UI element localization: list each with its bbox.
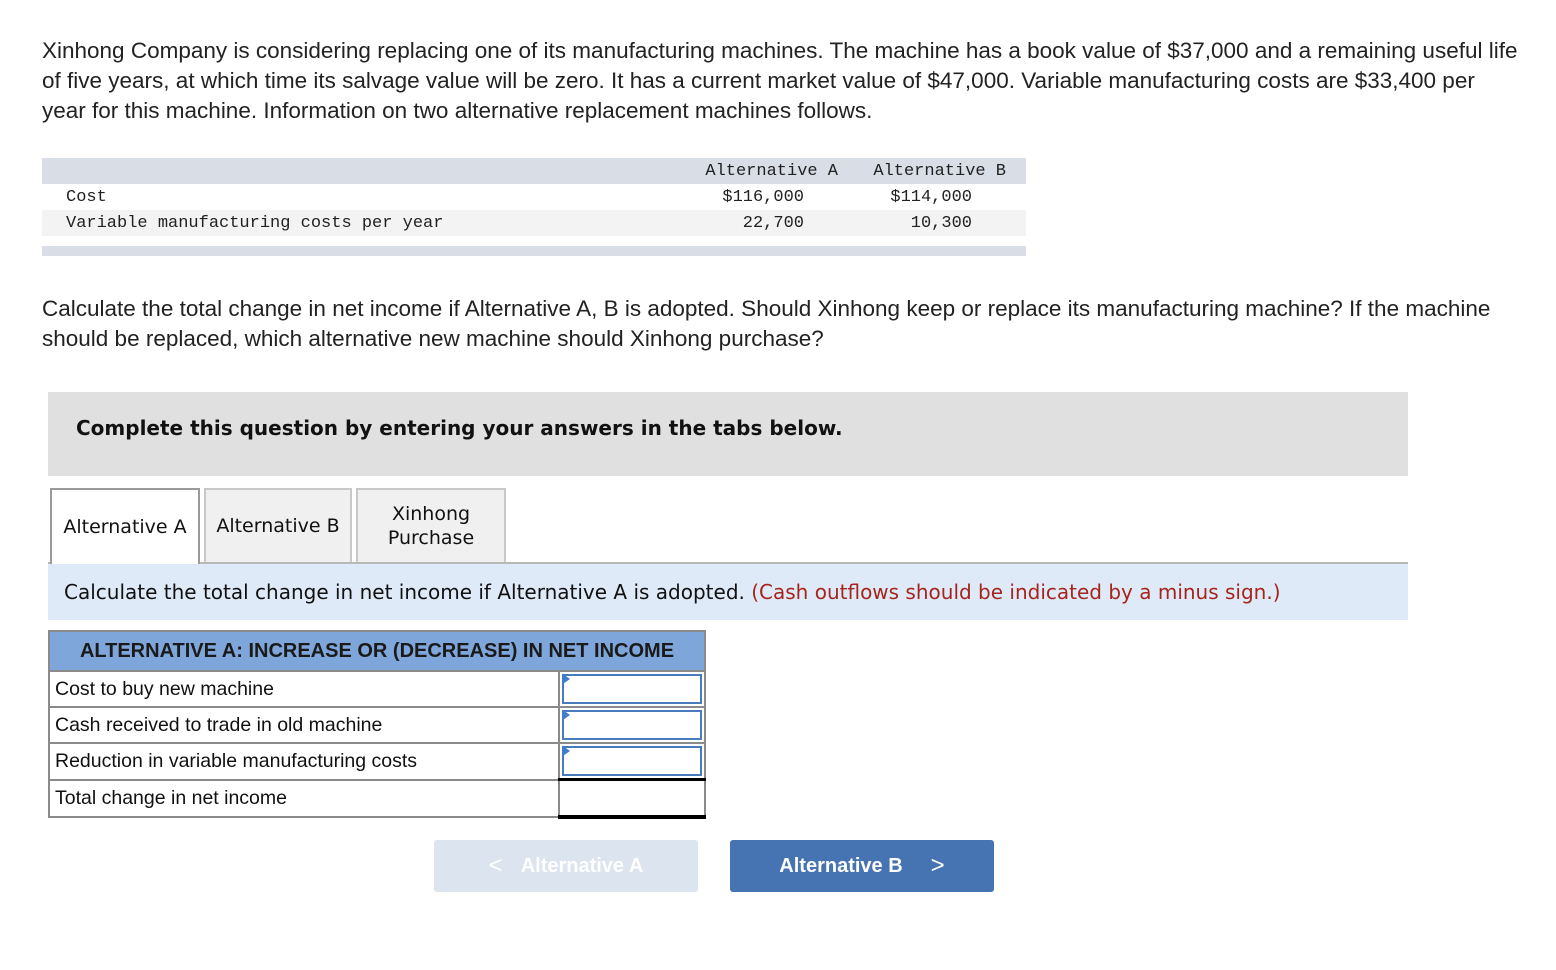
trade-in-cash-input[interactable]: [562, 710, 702, 740]
next-alternative-b-button[interactable]: Alternative B >: [730, 840, 994, 892]
tab-xinhong-purchase[interactable]: Xinhong Purchase: [356, 488, 506, 562]
info-row-label: Cost: [42, 184, 590, 210]
info-row-variable-costs: Variable manufacturing costs per year 22…: [42, 210, 1026, 236]
prompt-note: (Cash outflows should be indicated by a …: [751, 580, 1281, 604]
answer-table-title: ALTERNATIVE A: INCREASE OR (DECREASE) IN…: [48, 630, 706, 672]
info-row-cost: Cost $116,000 $114,000: [42, 184, 1026, 210]
alternatives-info-table: Alternative A Alternative B Cost $116,00…: [42, 158, 1026, 256]
info-col-label: [42, 158, 590, 184]
answer-row-label: Cost to buy new machine: [48, 670, 560, 708]
info-cell-alt-b: 10,300: [804, 210, 1026, 236]
info-col-alt-a-label: Alternative A: [705, 161, 838, 181]
cost-new-machine-input[interactable]: [562, 674, 702, 704]
input-flag-icon: [563, 746, 570, 756]
info-cell-alt-a: 22,700: [590, 210, 804, 236]
info-table-footer-bar: [42, 246, 1026, 256]
info-col-alt-a: Alternative A: [590, 158, 838, 184]
input-flag-icon: [563, 710, 570, 720]
info-row-label: Variable manufacturing costs per year: [42, 210, 590, 236]
prompt-text: Calculate the total change in net income…: [64, 580, 745, 604]
answer-row-total: Total change in net income: [48, 778, 706, 819]
instruction-text: Complete this question by entering your …: [76, 416, 843, 440]
answer-cell: [558, 706, 706, 744]
tab-label: Alternative B: [216, 515, 340, 537]
answer-table: ALTERNATIVE A: INCREASE OR (DECREASE) IN…: [48, 630, 706, 819]
answer-row-variable-reduction: Reduction in variable manufacturing cost…: [48, 742, 706, 781]
prompt-line: Calculate the total change in net income…: [64, 580, 1281, 604]
variable-cost-reduction-input[interactable]: [562, 746, 702, 776]
answer-row-label: Reduction in variable manufacturing cost…: [48, 742, 560, 781]
info-table-spacer: [42, 236, 1026, 246]
info-cell-alt-a: $116,000: [590, 184, 804, 210]
input-flag-icon: [563, 674, 570, 684]
tab-label: Alternative A: [63, 516, 187, 538]
answer-cell: [558, 742, 706, 781]
question-text: Calculate the total change in net income…: [42, 296, 1491, 351]
next-button-label: Alternative B: [779, 854, 903, 877]
prev-button-label: Alternative A: [520, 854, 644, 877]
tab-alternative-a[interactable]: Alternative A: [50, 488, 200, 564]
chevron-right-icon: >: [930, 852, 945, 879]
tab-label: Xinhong Purchase: [387, 503, 475, 549]
instruction-box: Complete this question by entering your …: [48, 392, 1408, 476]
answer-row-cost-new-machine: Cost to buy new machine: [48, 670, 706, 708]
tab-alternative-b[interactable]: Alternative B: [204, 488, 352, 562]
answer-cell: [558, 670, 706, 708]
info-col-alt-b-label: Alternative B: [873, 161, 1006, 181]
total-change-value: [558, 778, 706, 819]
answer-table-header: ALTERNATIVE A: INCREASE OR (DECREASE) IN…: [48, 630, 706, 672]
info-cell-alt-b: $114,000: [804, 184, 1026, 210]
answer-row-label: Total change in net income: [48, 778, 560, 818]
chevron-left-icon: <: [488, 852, 503, 879]
answer-row-trade-in: Cash received to trade in old machine: [48, 706, 706, 744]
prompt-bar: Calculate the total change in net income…: [48, 564, 1408, 620]
prev-alternative-a-button[interactable]: < Alternative A: [434, 840, 698, 892]
problem-description: Xinhong Company is considering replacing…: [42, 38, 1518, 123]
info-table-header-row: Alternative A Alternative B: [42, 158, 1026, 184]
answer-row-label: Cash received to trade in old machine: [48, 706, 560, 744]
